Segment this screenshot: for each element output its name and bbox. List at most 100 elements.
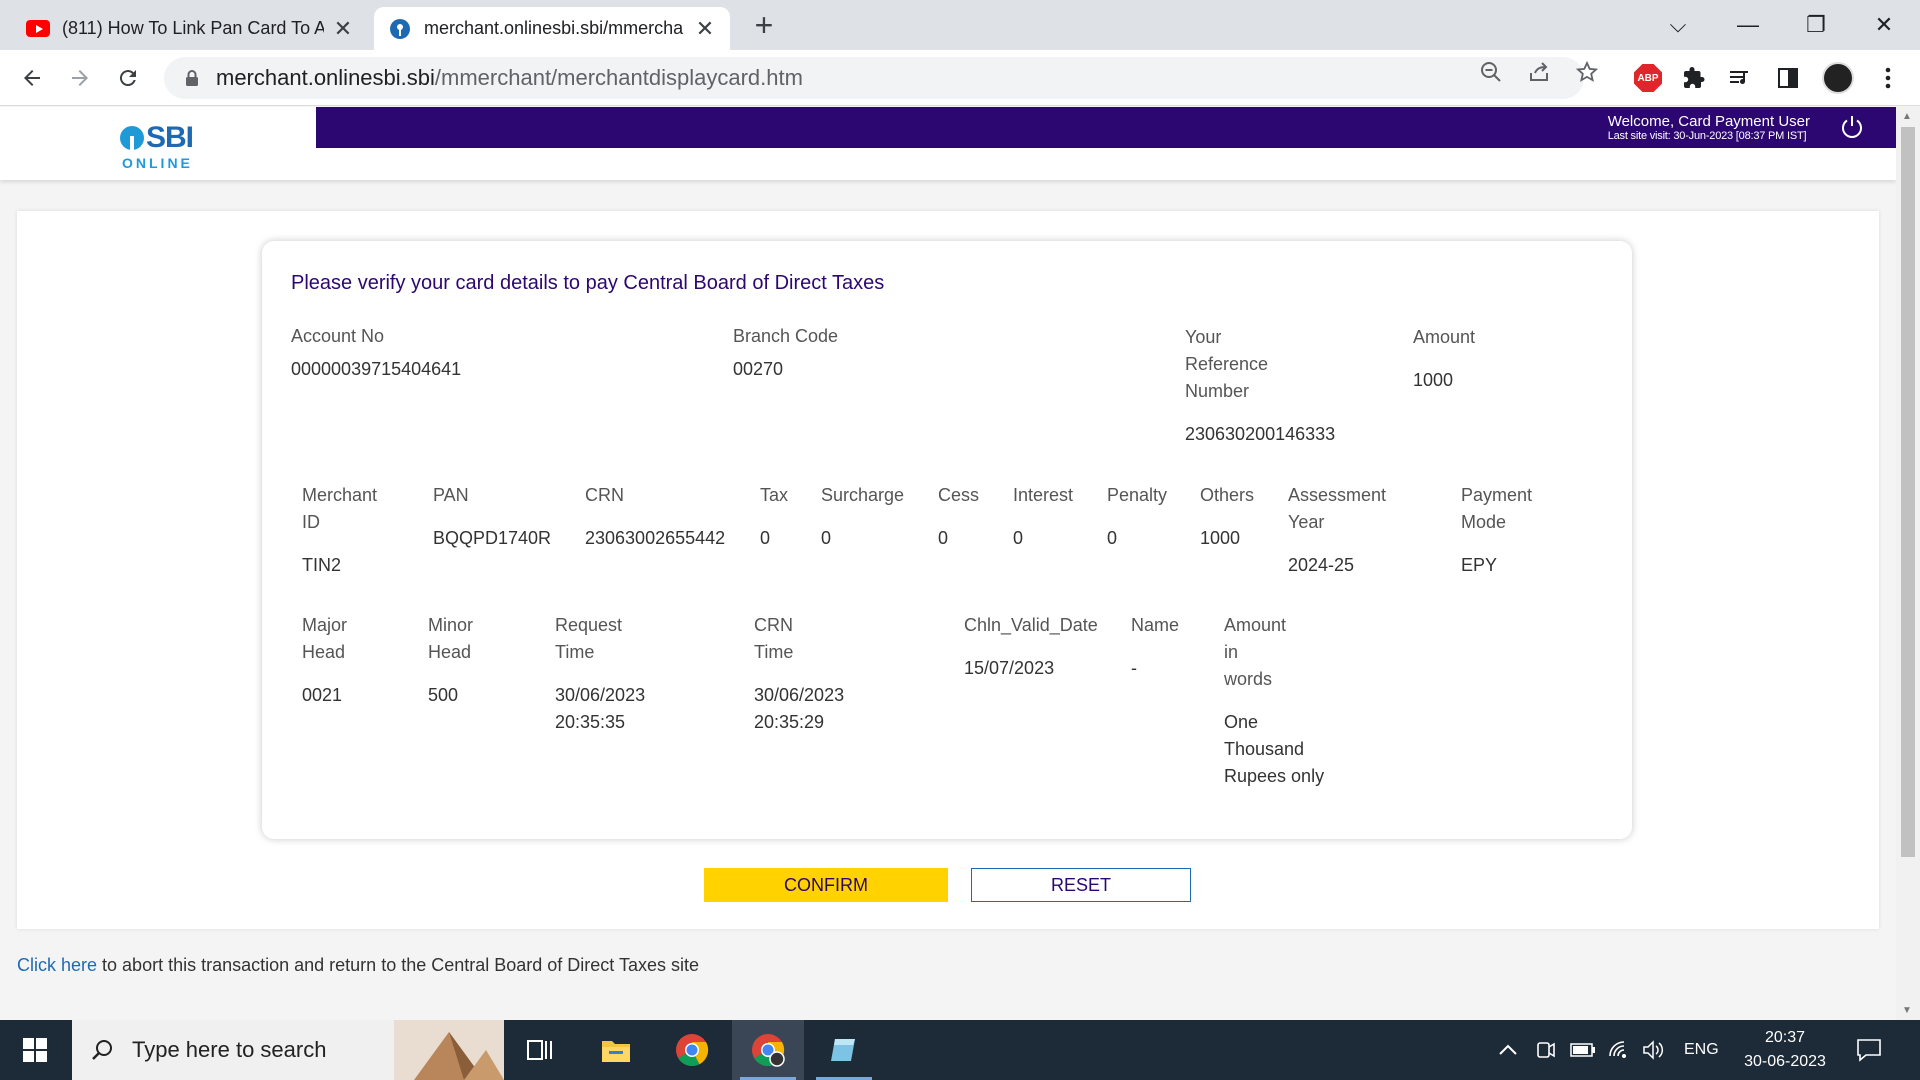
- welcome-text: Welcome, Card Payment User: [1607, 113, 1810, 130]
- name-value: -: [1131, 658, 1137, 678]
- surcharge-value: 0: [821, 528, 832, 548]
- name-label: Name: [1131, 615, 1180, 635]
- site-header: SBI ONLINE Welcome, Card Payment User La…: [0, 107, 1896, 180]
- windows-taskbar: Type here to search ENG 20:37 30-06-2023: [0, 1020, 1920, 1080]
- interest-label: Interest: [1013, 485, 1074, 505]
- close-tab-icon[interactable]: ✕: [694, 17, 716, 40]
- crn-time-value: 30/06/2023 20:35:29: [754, 685, 845, 732]
- account-no-value: 00000039715404641: [291, 359, 462, 379]
- language-indicator[interactable]: ENG: [1684, 1020, 1719, 1080]
- close-window-button[interactable]: ✕: [1860, 8, 1908, 42]
- scroll-up-arrow-icon[interactable]: ▲: [1902, 111, 1912, 122]
- taskbar-search-box[interactable]: Type here to search: [72, 1020, 504, 1080]
- payment-mode-label: Payment Mode: [1461, 485, 1533, 532]
- windows-start-button[interactable]: [0, 1020, 70, 1080]
- show-hidden-icons-chevron-icon[interactable]: [1498, 1020, 1518, 1080]
- notifications-icon[interactable]: [1856, 1020, 1882, 1080]
- clock-date: 30-06-2023: [1744, 1053, 1826, 1070]
- scroll-down-arrow-icon[interactable]: ▼: [1902, 1005, 1912, 1016]
- tab-title: merchant.onlinesbi.sbi/mmercha: [424, 18, 684, 38]
- search-highlight-pyramids-icon: [394, 1020, 504, 1080]
- close-tab-icon[interactable]: ✕: [332, 17, 354, 40]
- amount-in-words-value: One Thousand Rupees only: [1224, 712, 1325, 786]
- branch-code-label: Branch Code: [733, 326, 839, 346]
- back-button[interactable]: [14, 60, 50, 96]
- minor-head-label: Minor Head: [428, 615, 474, 662]
- minimize-button[interactable]: —: [1724, 8, 1772, 42]
- notepad-app-icon[interactable]: [808, 1020, 880, 1080]
- volume-icon[interactable]: [1642, 1020, 1666, 1080]
- request-time-label: Request Time: [555, 615, 623, 662]
- restore-button[interactable]: ❐: [1792, 8, 1840, 42]
- search-placeholder: Type here to search: [132, 1037, 327, 1062]
- address-bar[interactable]: merchant.onlinesbi.sbi/mmerchant/merchan…: [164, 57, 1584, 99]
- crn-value: 23063002655442: [585, 528, 726, 548]
- scrollbar-thumb[interactable]: [1901, 127, 1915, 857]
- task-view-button[interactable]: [504, 1020, 576, 1080]
- assessment-year-value: 2024-25: [1288, 555, 1355, 575]
- tab-sbi-merchant[interactable]: merchant.onlinesbi.sbi/mmercha ✕: [374, 7, 730, 50]
- file-explorer-icon[interactable]: [580, 1020, 652, 1080]
- tab-title: (811) How To Link Pan Card To A: [62, 18, 324, 38]
- pan-value: BQQPD1740R: [433, 528, 552, 548]
- adblock-plus-icon[interactable]: ABP: [1630, 60, 1666, 96]
- url-text: merchant.onlinesbi.sbi/mmerchant/merchan…: [216, 65, 803, 90]
- tax-value: 0: [760, 528, 771, 548]
- chln-valid-date-value: 15/07/2023: [964, 658, 1055, 678]
- sbi-online-logo[interactable]: SBI ONLINE: [120, 121, 200, 171]
- others-value: 1000: [1200, 528, 1241, 548]
- major-head-label: Major Head: [302, 615, 348, 662]
- tax-label: Tax: [760, 485, 789, 505]
- chrome-menu-icon[interactable]: [1870, 60, 1906, 96]
- logout-power-icon[interactable]: [1838, 113, 1866, 141]
- tab-youtube[interactable]: (811) How To Link Pan Card To A ✕: [12, 7, 368, 50]
- zoom-icon[interactable]: [1478, 59, 1504, 85]
- major-head-value: 0021: [302, 685, 343, 705]
- request-time-value: 30/06/2023 20:35:35: [555, 685, 646, 732]
- chrome-profile-taskbar-icon[interactable]: [732, 1020, 804, 1080]
- interest-value: 0: [1013, 528, 1024, 548]
- meet-now-icon[interactable]: [1536, 1020, 1556, 1080]
- youtube-icon: [26, 17, 50, 41]
- wifi-icon[interactable]: [1608, 1020, 1632, 1080]
- header-bar: Welcome, Card Payment User Last site vis…: [316, 107, 1896, 148]
- reload-button[interactable]: [110, 60, 146, 96]
- abort-click-here-link[interactable]: Click here: [17, 955, 97, 975]
- verify-heading: Please verify your card details to pay C…: [291, 272, 885, 294]
- amount-value: 1000: [1413, 370, 1454, 390]
- page-scrollbar[interactable]: ▲ ▼: [1896, 107, 1920, 1020]
- others-label: Others: [1200, 485, 1255, 505]
- lock-icon[interactable]: [182, 68, 202, 88]
- crn-time-label: CRN Time: [754, 615, 794, 662]
- cess-value: 0: [938, 528, 949, 548]
- extensions-puzzle-icon[interactable]: [1676, 60, 1712, 96]
- profile-avatar[interactable]: [1820, 60, 1856, 96]
- chrome-taskbar-icon[interactable]: [656, 1020, 728, 1080]
- merchant-id-label: Merchant ID: [302, 485, 378, 532]
- new-tab-button[interactable]: +: [748, 9, 780, 42]
- search-icon: [90, 1038, 114, 1062]
- last-visit-text: Last site visit: 30-Jun-2023 [08:37 PM I…: [1607, 130, 1807, 142]
- bookmark-star-icon[interactable]: [1574, 59, 1600, 85]
- system-clock[interactable]: 20:37 30-06-2023: [1730, 1026, 1840, 1074]
- reset-button[interactable]: RESET: [971, 868, 1191, 902]
- amount-in-words-label: Amount in words: [1224, 615, 1287, 689]
- share-icon[interactable]: [1526, 59, 1552, 85]
- surcharge-label: Surcharge: [821, 485, 905, 505]
- ref-number-label: Your Reference Number: [1185, 327, 1269, 401]
- tab-search-chevron-icon[interactable]: ⌵: [1654, 8, 1702, 42]
- penalty-label: Penalty: [1107, 485, 1168, 505]
- browser-toolbar: merchant.onlinesbi.sbi/mmerchant/merchan…: [0, 50, 1920, 106]
- chln-valid-date-label: Chln_Valid_Date: [964, 615, 1098, 635]
- confirm-button[interactable]: CONFIRM: [704, 868, 948, 902]
- payment-mode-value: EPY: [1461, 555, 1498, 575]
- battery-icon[interactable]: [1570, 1020, 1596, 1080]
- cess-label: Cess: [938, 485, 980, 505]
- forward-button[interactable]: [62, 60, 98, 96]
- assessment-year-label: Assessment Year: [1288, 485, 1387, 532]
- side-panel-icon[interactable]: [1770, 60, 1806, 96]
- media-control-icon[interactable]: [1722, 60, 1758, 96]
- tab-strip: (811) How To Link Pan Card To A ✕ mercha…: [0, 0, 1920, 50]
- abort-transaction-text: Click here to abort this transaction and…: [17, 955, 700, 975]
- sbi-favicon-icon: [388, 17, 412, 41]
